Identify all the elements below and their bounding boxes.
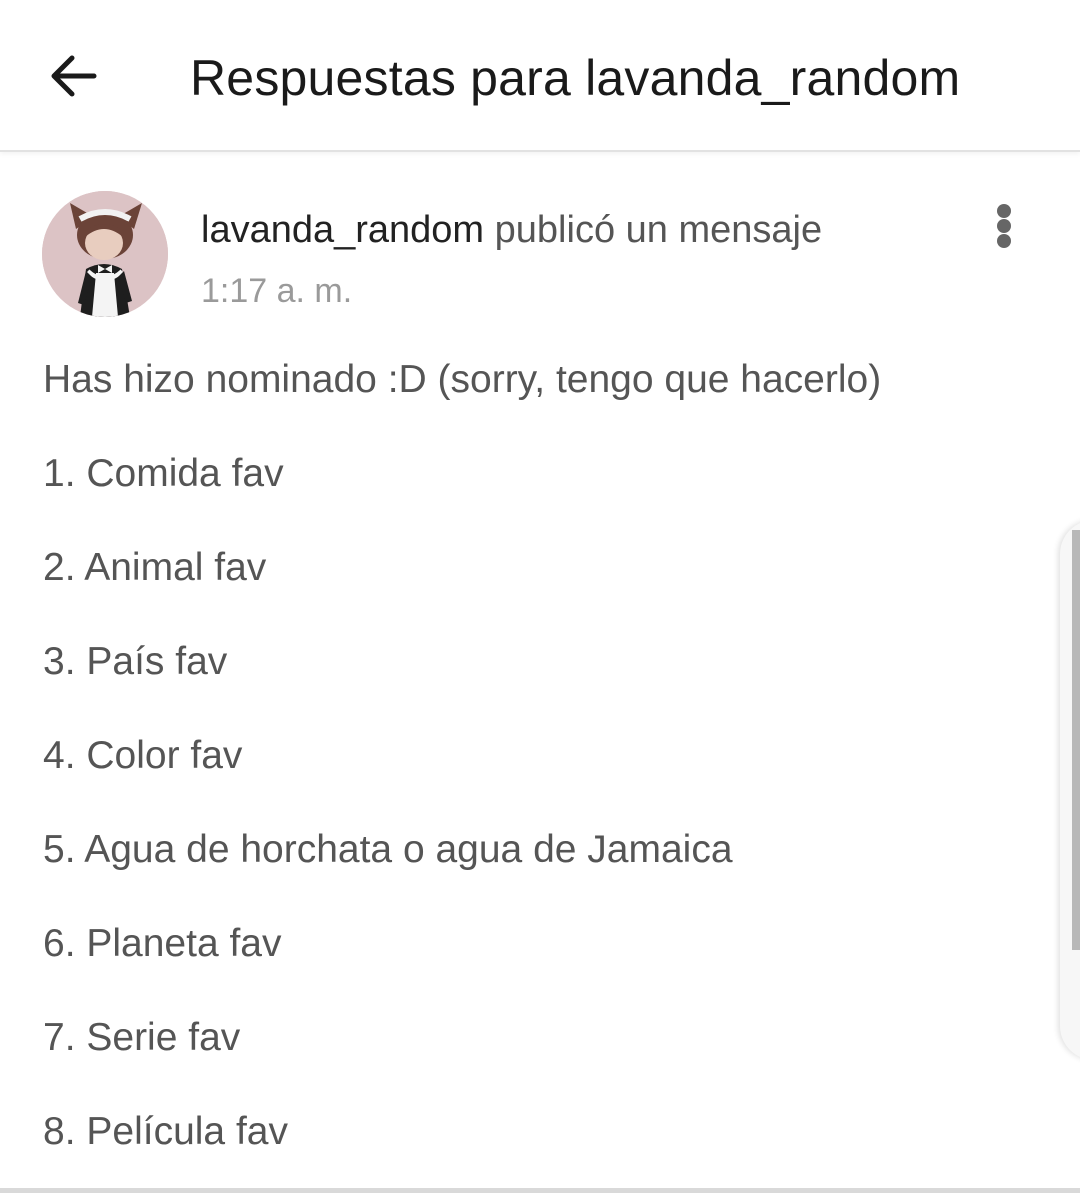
more-vertical-icon-dot-3 <box>997 234 1011 248</box>
avatar[interactable] <box>42 191 168 317</box>
post-action: publicó un mensaje <box>484 209 823 251</box>
post-author[interactable]: lavanda_random <box>201 209 484 251</box>
question-item: 2. Animal fav <box>43 546 267 589</box>
more-vertical-icon-dot-2 <box>997 219 1011 233</box>
post-timestamp: 1:17 a. m. <box>201 272 353 310</box>
edge-panel-thumb <box>1072 530 1080 950</box>
question-item: 3. País fav <box>43 640 228 683</box>
question-item: 1. Comida fav <box>43 452 284 495</box>
more-options-button[interactable] <box>984 198 1024 254</box>
back-button[interactable] <box>44 44 108 108</box>
page-title: Respuestas para lavanda_random <box>190 50 961 106</box>
post-author-line: lavanda_random publicó un mensaje <box>201 207 822 253</box>
app-header: Respuestas para lavanda_random <box>0 0 1080 152</box>
question-item: 5. Agua de horchata o agua de Jamaica <box>43 828 733 871</box>
arrow-left-icon <box>51 55 97 97</box>
post-body: Has hizo nominado :D (sorry, tengo que h… <box>43 356 1043 1202</box>
edge-panel-handle[interactable] <box>1060 520 1080 1060</box>
bottom-divider <box>0 1188 1080 1193</box>
more-vertical-icon-dot-1 <box>997 204 1011 218</box>
question-item: 4. Color fav <box>43 734 243 777</box>
post-body-intro: Has hizo nominado :D (sorry, tengo que h… <box>43 358 882 401</box>
question-item: 6. Planeta fav <box>43 922 282 965</box>
question-item: 7. Serie fav <box>43 1016 241 1059</box>
user-avatar <box>42 191 168 317</box>
